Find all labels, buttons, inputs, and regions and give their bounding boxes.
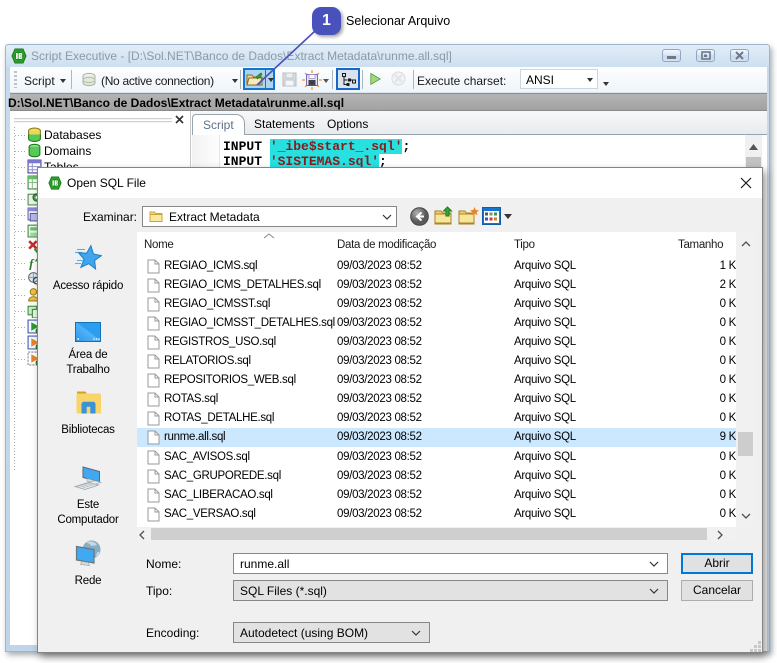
svg-text:f: f [29,257,35,270]
